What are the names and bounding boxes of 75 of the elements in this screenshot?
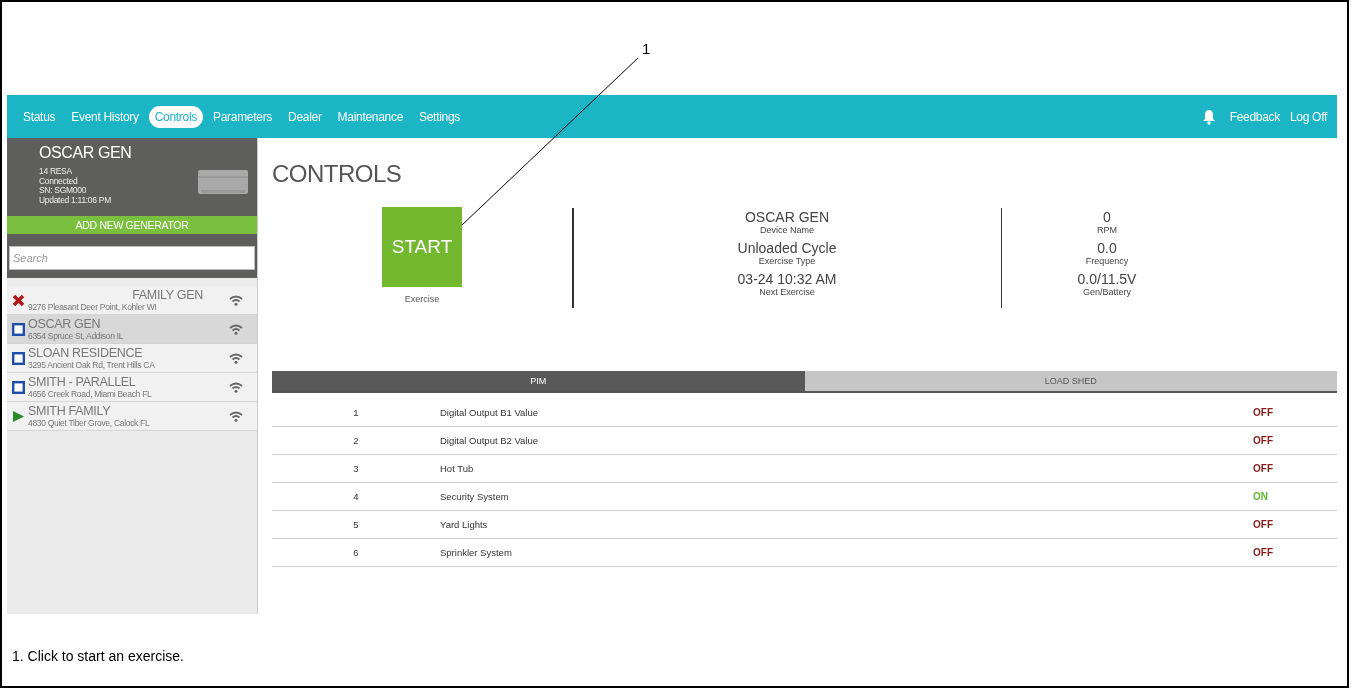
generator-detail: SN: SGM000 xyxy=(39,186,88,196)
output-name: Sprinkler System xyxy=(440,547,513,558)
generator-name: FAMILY GEN xyxy=(131,288,204,302)
row-number: 5 xyxy=(352,519,360,530)
section-tab[interactable]: LOAD SHED xyxy=(804,371,1337,391)
info-label: Device Name xyxy=(760,225,814,235)
info-value: Unloaded Cycle xyxy=(737,241,837,256)
generator-address: 6354 Spruce St, Addison IL xyxy=(28,330,125,341)
generator-list-item[interactable]: SLOAN RESIDENCE 3295 Ancient Oak Rd, Trent Hills CA xyxy=(7,344,257,373)
reading-value: 0.0/11.5V xyxy=(1077,272,1137,287)
start-button[interactable]: START xyxy=(382,207,462,287)
callout-number: 1 xyxy=(642,40,651,57)
generator-name: SMITH FAMILY xyxy=(28,404,112,418)
nav-tab[interactable]: Controls xyxy=(148,105,203,128)
search-field[interactable]: Search xyxy=(9,246,255,270)
generator-list-item[interactable]: FAMILY GEN 9276 Pleasant Deer Point, Kohler WI xyxy=(7,286,257,315)
nav-tab[interactable]: Parameters xyxy=(207,105,279,128)
output-status: OFF xyxy=(1253,407,1274,418)
nav-link[interactable]: Feedback xyxy=(1229,109,1280,124)
generator-icon xyxy=(197,167,249,196)
generator-address: 4830 Quiet Tiber Grove, Calock FL xyxy=(28,417,151,428)
row-number: 3 xyxy=(352,463,360,474)
row-number: 4 xyxy=(352,491,360,502)
generator-detail: Updated 1:11:06 PM xyxy=(39,195,112,205)
output-name: Hot Tub xyxy=(440,463,475,474)
wifi-icon xyxy=(229,410,243,422)
wifi-icon xyxy=(229,381,243,393)
nav-tab[interactable]: Event History xyxy=(65,105,145,128)
start-caption: Exercise xyxy=(404,294,440,304)
generator-name: OSCAR GEN xyxy=(39,144,132,162)
output-status: ON xyxy=(1253,491,1269,502)
reading-label: RPM xyxy=(1097,225,1117,235)
info-label: Next Exercise xyxy=(759,287,815,297)
nav-tab[interactable]: Dealer xyxy=(282,105,328,128)
reading-value: 0.0 xyxy=(1097,241,1117,256)
section-tab[interactable]: PIM xyxy=(272,371,805,391)
nav-tab[interactable]: Status xyxy=(17,105,62,128)
nav-link[interactable]: Log Off xyxy=(1289,109,1327,124)
output-status: OFF xyxy=(1253,547,1274,558)
reading-value: 0 xyxy=(1103,210,1111,225)
generator-address: 4656 Creek Road, Miami Beach FL xyxy=(28,388,153,399)
generator-list-item[interactable]: SMITH FAMILY 4830 Quiet Tiber Grove, Calock FL xyxy=(7,402,257,431)
generator-address: 9276 Pleasant Deer Point, Kohler WI xyxy=(28,301,158,312)
generator-list-item[interactable]: OSCAR GEN 6354 Spruce St, Addison IL xyxy=(7,315,257,344)
wifi-icon xyxy=(229,352,243,364)
row-number: 2 xyxy=(352,435,360,446)
generator-address: 3295 Ancient Oak Rd, Trent Hills CA xyxy=(28,359,156,370)
info-value: 03-24 10:32 AM xyxy=(737,272,837,287)
bell-icon[interactable] xyxy=(1201,108,1216,125)
info-value: OSCAR GEN xyxy=(745,210,829,225)
row-number: 1 xyxy=(352,407,360,418)
wifi-icon xyxy=(229,294,243,306)
nav-tab[interactable]: Maintenance xyxy=(331,105,409,128)
output-name: Security System xyxy=(440,491,510,502)
reading-label: Gen/Battery xyxy=(1083,287,1131,297)
output-status: OFF xyxy=(1253,463,1274,474)
output-status: OFF xyxy=(1253,519,1274,530)
page-title: CONTROLS xyxy=(272,160,403,188)
figure-caption: 1. Click to start an exercise. xyxy=(12,648,184,664)
generator-name: SLOAN RESIDENCE xyxy=(28,346,144,360)
generator-name: SMITH - PARALLEL xyxy=(28,375,137,389)
generator-detail: Connected xyxy=(39,176,79,186)
output-name: Digital Output B1 Value xyxy=(440,407,540,418)
wifi-icon xyxy=(229,323,243,335)
info-label: Exercise Type xyxy=(758,256,816,266)
output-name: Yard Lights xyxy=(440,519,489,530)
output-status: OFF xyxy=(1253,435,1274,446)
row-number: 6 xyxy=(352,547,360,558)
generator-detail: 14 RESA xyxy=(39,167,73,177)
generator-name: OSCAR GEN xyxy=(28,317,102,331)
output-name: Digital Output B2 Value xyxy=(440,435,540,446)
reading-label: Frequency xyxy=(1085,256,1129,266)
nav-tab[interactable]: Settings xyxy=(413,105,466,128)
generator-list-item[interactable]: SMITH - PARALLEL 4656 Creek Road, Miami Beach FL xyxy=(7,373,257,402)
add-generator-button[interactable]: ADD NEW GENERATOR xyxy=(7,216,257,234)
